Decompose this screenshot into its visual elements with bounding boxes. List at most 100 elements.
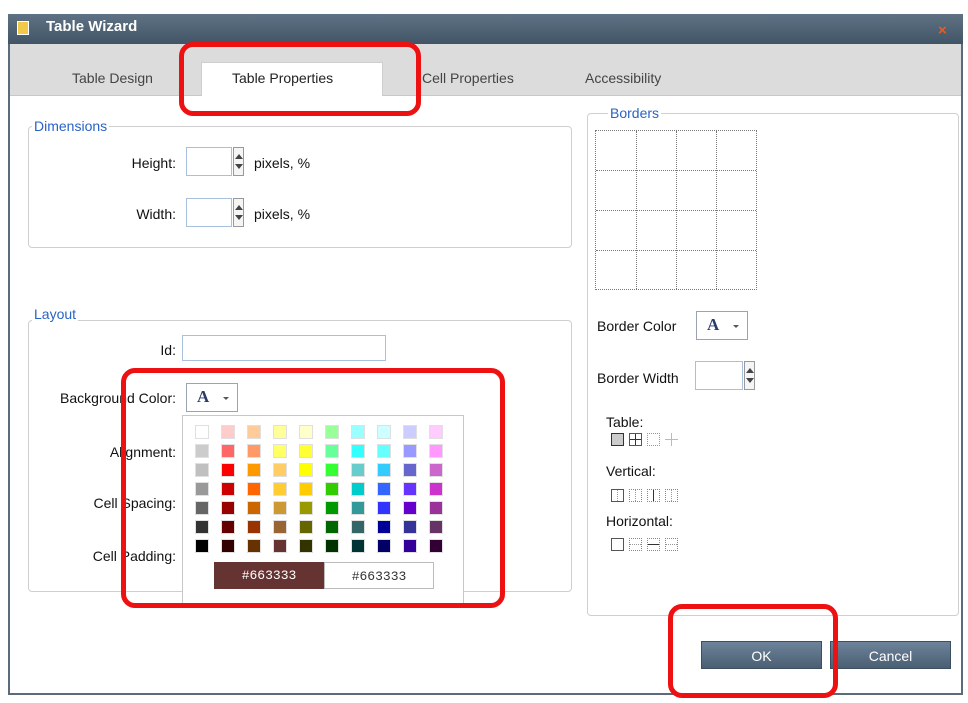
color-swatch[interactable] [325, 444, 339, 458]
color-swatch[interactable] [221, 482, 235, 496]
color-swatch[interactable] [325, 501, 339, 515]
color-swatch[interactable] [195, 463, 209, 477]
tab-accessibility[interactable]: Accessibility [585, 70, 661, 86]
color-swatch[interactable] [377, 463, 391, 477]
color-swatch[interactable] [377, 520, 391, 534]
color-swatch[interactable] [247, 425, 261, 439]
horizontal-top-icon[interactable] [611, 538, 624, 551]
all-borders-icon[interactable] [611, 433, 624, 446]
inner-borders-icon[interactable] [629, 433, 642, 446]
color-swatch[interactable] [325, 482, 339, 496]
color-swatch[interactable] [221, 463, 235, 477]
color-swatch[interactable] [221, 520, 235, 534]
color-swatch[interactable] [247, 539, 261, 553]
ok-button[interactable]: OK [701, 641, 822, 669]
title-bar[interactable] [8, 14, 963, 44]
color-swatch[interactable] [351, 444, 365, 458]
color-swatch[interactable] [195, 520, 209, 534]
color-swatch[interactable] [429, 482, 443, 496]
color-swatch[interactable] [195, 501, 209, 515]
color-swatch[interactable] [299, 482, 313, 496]
tab-cell-properties[interactable]: Cell Properties [422, 70, 514, 86]
color-swatch[interactable] [299, 463, 313, 477]
color-swatch[interactable] [247, 482, 261, 496]
color-swatch[interactable] [403, 463, 417, 477]
vertical-inner-icon[interactable] [647, 489, 660, 502]
color-swatch[interactable] [299, 520, 313, 534]
color-swatch[interactable] [273, 482, 287, 496]
color-swatch[interactable] [325, 425, 339, 439]
vertical-left-icon[interactable] [611, 489, 624, 502]
color-swatch[interactable] [273, 520, 287, 534]
color-swatch[interactable] [403, 444, 417, 458]
color-swatch[interactable] [351, 539, 365, 553]
id-input[interactable] [182, 335, 386, 361]
height-input[interactable] [186, 147, 232, 176]
border-color-button[interactable]: A [696, 311, 748, 340]
color-swatch[interactable] [351, 501, 365, 515]
color-swatch[interactable] [429, 425, 443, 439]
color-swatch[interactable] [247, 501, 261, 515]
horizontal-center-icon[interactable] [629, 538, 642, 551]
color-swatch[interactable] [351, 425, 365, 439]
height-spinner[interactable] [233, 147, 244, 176]
color-swatch[interactable] [429, 444, 443, 458]
color-swatch[interactable] [429, 501, 443, 515]
color-swatch[interactable] [351, 520, 365, 534]
color-swatch[interactable] [377, 501, 391, 515]
close-icon[interactable]: × [938, 22, 947, 39]
border-width-input[interactable] [695, 361, 743, 390]
color-swatch[interactable] [195, 444, 209, 458]
color-swatch[interactable] [325, 463, 339, 477]
width-spinner[interactable] [233, 198, 244, 227]
color-swatch[interactable] [273, 425, 287, 439]
color-swatch[interactable] [247, 520, 261, 534]
color-swatch[interactable] [403, 539, 417, 553]
color-swatch[interactable] [221, 444, 235, 458]
color-swatch[interactable] [221, 539, 235, 553]
color-swatch[interactable] [403, 482, 417, 496]
color-swatch[interactable] [325, 539, 339, 553]
tab-table-design[interactable]: Table Design [72, 70, 153, 86]
color-swatch[interactable] [377, 539, 391, 553]
color-swatch[interactable] [195, 425, 209, 439]
color-swatch[interactable] [429, 520, 443, 534]
hex-color-input[interactable]: #663333 [324, 562, 434, 589]
color-swatch[interactable] [273, 444, 287, 458]
color-swatch[interactable] [377, 425, 391, 439]
border-width-spinner[interactable] [744, 361, 755, 390]
color-swatch[interactable] [247, 444, 261, 458]
color-swatch[interactable] [195, 539, 209, 553]
color-swatch[interactable] [377, 444, 391, 458]
color-swatch[interactable] [351, 463, 365, 477]
color-swatch[interactable] [221, 425, 235, 439]
color-swatch[interactable] [273, 463, 287, 477]
color-swatch[interactable] [273, 539, 287, 553]
vertical-right-icon[interactable] [665, 489, 678, 502]
color-swatch[interactable] [403, 425, 417, 439]
vertical-center-icon[interactable] [629, 489, 642, 502]
color-swatch[interactable] [351, 482, 365, 496]
no-borders-icon[interactable] [665, 433, 678, 446]
width-input[interactable] [186, 198, 232, 227]
background-color-button[interactable]: A [186, 383, 238, 412]
outer-border-icon[interactable] [647, 433, 660, 446]
horizontal-inner-icon[interactable] [647, 538, 660, 551]
color-swatch[interactable] [299, 539, 313, 553]
color-swatch[interactable] [299, 501, 313, 515]
color-swatch[interactable] [325, 520, 339, 534]
tab-table-properties[interactable]: Table Properties [232, 70, 333, 86]
cancel-button[interactable]: Cancel [830, 641, 951, 669]
color-swatch[interactable] [247, 463, 261, 477]
color-swatch[interactable] [377, 482, 391, 496]
horizontal-bottom-icon[interactable] [665, 538, 678, 551]
border-preview-grid[interactable] [595, 130, 757, 290]
color-swatch[interactable] [299, 444, 313, 458]
color-swatch[interactable] [299, 425, 313, 439]
color-swatch[interactable] [273, 501, 287, 515]
color-swatch[interactable] [429, 463, 443, 477]
color-swatch[interactable] [403, 520, 417, 534]
color-swatch[interactable] [429, 539, 443, 553]
color-swatch[interactable] [221, 501, 235, 515]
color-swatch[interactable] [403, 501, 417, 515]
